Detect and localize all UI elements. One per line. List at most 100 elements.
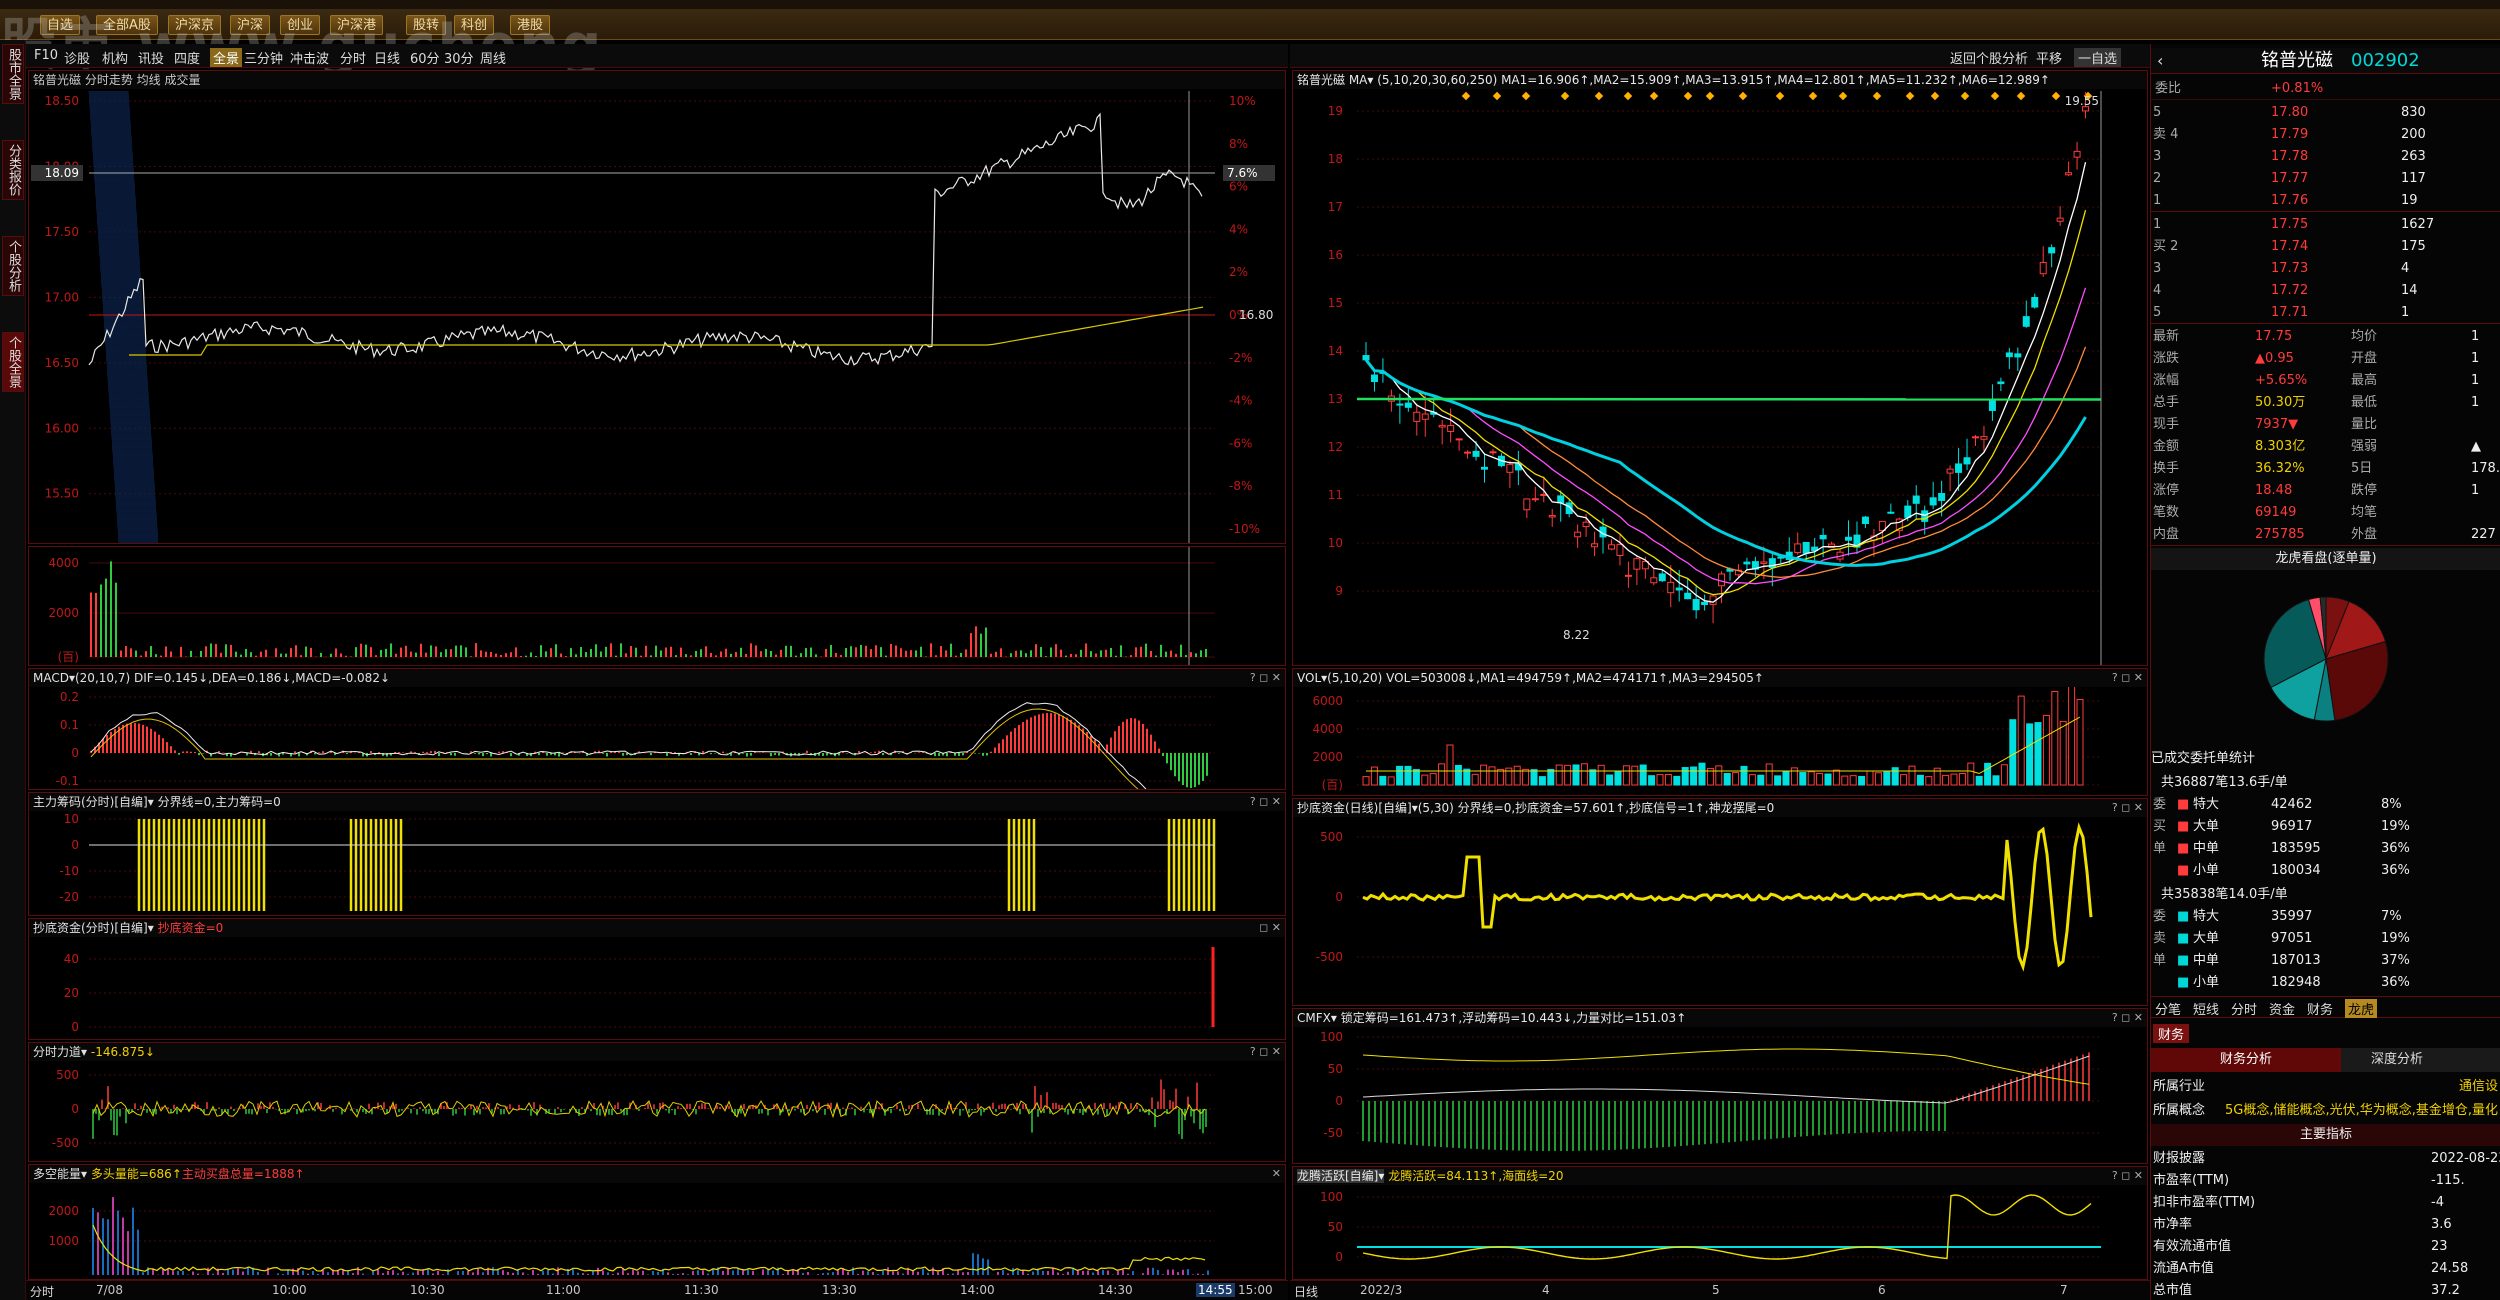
lthy-axis-label: 50 <box>1328 1220 1343 1234</box>
tab-f10[interactable]: F10 <box>34 48 58 63</box>
back-to-analysis-button[interactable]: 返回个股分析 <box>1950 48 2028 67</box>
candle <box>1607 544 1615 550</box>
fin-value: 23 <box>2431 1239 2448 1254</box>
sell-deal-row: ■ 小单 182948 36% <box>2151 972 2500 994</box>
intraday-period-label[interactable]: 分时 <box>30 1283 54 1300</box>
quote-tab[interactable]: 财务 <box>2307 999 2333 1018</box>
kvol-bar <box>1950 773 1958 786</box>
kline-volume-panel: VOL▾(5,10,20) VOL=503008↓,MA1=494759↑,MA… <box>1292 668 2148 796</box>
panel-controls[interactable]: ? ◻ ✕ <box>1250 793 1281 811</box>
lthy-axis-label: 100 <box>1320 1190 1343 1204</box>
time-label: 7/08 <box>96 1283 123 1297</box>
kvol-bar <box>1774 775 1782 786</box>
kline-axis-label: 19 <box>1328 104 1343 118</box>
ask-row: 3 17.78 263 <box>2151 146 2500 168</box>
tab-panorama[interactable]: 全景 <box>210 48 243 67</box>
bid-volume: 175 <box>2401 239 2426 254</box>
pct-axis-label: -4% <box>1229 394 1252 408</box>
watchlist-dropdown[interactable]: 一自选 <box>2074 48 2122 67</box>
tab-news[interactable]: 讯投 <box>138 48 164 67</box>
stat-label: 笔数 <box>2153 505 2180 520</box>
candle <box>1938 493 1946 501</box>
kvol-bar <box>1891 767 1899 786</box>
lthy-title-text: 龙腾活跃[自编]▾ <box>1297 1169 1385 1183</box>
force-axis-label: -500 <box>52 1136 79 1150</box>
deep-analysis-tab[interactable]: 深度分析 <box>2371 1048 2423 1072</box>
panel-controls[interactable]: ? ◻ ✕ <box>2112 1167 2143 1185</box>
panel-controls[interactable]: ✕ <box>1272 1165 1281 1183</box>
kline-period-label[interactable]: 日线 <box>1294 1283 1318 1300</box>
candle <box>1370 374 1378 383</box>
quote-tab[interactable]: 分时 <box>2231 999 2257 1018</box>
kvol-bar <box>1732 772 1740 786</box>
quote-tab[interactable]: 短线 <box>2193 999 2219 1018</box>
bottom-fund-chart: 40 20 0 <box>64 947 1215 1034</box>
panel-controls[interactable]: ? ◻ ✕ <box>1250 669 1281 687</box>
tab-daily[interactable]: 日线 <box>374 48 400 67</box>
time-label: 11:00 <box>546 1283 581 1297</box>
fin-row: 有效流通市值 23 <box>2151 1236 2500 1258</box>
kvol-axis-label: 6000 <box>1312 694 1343 708</box>
kvol-bar <box>2068 687 2076 786</box>
tab-four-degree[interactable]: 四度 <box>174 48 200 67</box>
deal-volume: 180034 <box>2271 863 2321 878</box>
nav-tab-market-overview[interactable]: 股市全景 <box>2 44 24 104</box>
stat-row: 涨幅 +5.65% 最高 1 <box>2151 370 2500 392</box>
tab-intraday[interactable]: 分时 <box>340 48 366 67</box>
nav-tab-stock-panorama[interactable]: 个股全景 <box>2 332 24 392</box>
candle <box>1921 510 1929 522</box>
industry-row: 所属行业 通信设 <box>2151 1076 2500 1098</box>
stat-label: 现手 <box>2153 417 2180 432</box>
kvol-bar <box>1992 775 2000 786</box>
back-icon[interactable]: ‹ <box>2157 48 2163 74</box>
kvol-bar <box>1757 774 1765 786</box>
tab-30min[interactable]: 30分 <box>444 48 474 67</box>
finance-analysis-tab[interactable]: 财务分析 <box>2151 1048 2341 1072</box>
tab-60min[interactable]: 60分 <box>410 48 440 67</box>
signal-diamond <box>1492 91 1502 101</box>
kvol-bar <box>1816 772 1824 786</box>
bid-row: 5 17.71 1 <box>2151 302 2500 324</box>
nav-tab-category-quotes[interactable]: 分类报价 <box>2 140 24 200</box>
finance-tab[interactable]: 财务 <box>2153 1024 2190 1043</box>
price-axis-label: 17.00 <box>45 290 79 304</box>
buy-deal-row: 单 ■ 中单 183595 36% <box>2151 838 2500 860</box>
tab-three-minute[interactable]: 三分钟 <box>244 48 283 67</box>
fin-row: 总市值 37.2 <box>2151 1280 2500 1300</box>
price-axis-label: 17.50 <box>45 225 79 239</box>
kvol-bar <box>1900 774 1908 786</box>
candle <box>2065 172 2073 176</box>
main-index-title: 主要指标 <box>2151 1124 2500 1146</box>
kline-axis-label: 16 <box>1328 248 1343 262</box>
bid-volume: 1 <box>2401 305 2410 320</box>
panel-controls[interactable]: ? ◻ ✕ <box>2112 799 2143 817</box>
quote-tab[interactable]: 龙虎 <box>2345 999 2378 1018</box>
kvol-bar <box>1580 763 1588 786</box>
panel-controls[interactable]: ? ◻ ✕ <box>2112 669 2143 687</box>
kvol-bar <box>1656 774 1664 786</box>
stat-label-2: 最低 <box>2351 395 2378 410</box>
ask-price: 17.80 <box>2271 105 2309 120</box>
quote-tab[interactable]: 资金 <box>2269 999 2295 1018</box>
kvol-bar <box>1866 770 1874 786</box>
ma-line <box>1365 210 2087 596</box>
deal-volume: 96917 <box>2271 819 2313 834</box>
candle <box>1887 511 1895 514</box>
deal-pct: 19% <box>2381 819 2410 834</box>
candle <box>1523 498 1531 511</box>
panel-controls[interactable]: ? ◻ ✕ <box>2112 1009 2143 1027</box>
quote-tab[interactable]: 分笔 <box>2155 999 2181 1018</box>
candle <box>2048 247 2056 254</box>
tab-institution[interactable]: 机构 <box>102 48 128 67</box>
nav-tab-stock-analysis[interactable]: 个股分析 <box>2 236 24 296</box>
kvol-bar <box>1841 775 1849 786</box>
candle <box>1743 561 1751 565</box>
tab-weekly[interactable]: 周线 <box>480 48 506 67</box>
tab-diagnose[interactable]: 诊股 <box>64 48 90 67</box>
candle <box>1506 463 1514 473</box>
tab-shockwave[interactable]: 冲击波 <box>290 48 329 67</box>
panel-controls[interactable]: ? ◻ ✕ <box>1250 1043 1281 1061</box>
candle <box>1955 463 1963 473</box>
flat-button[interactable]: 平移 <box>2036 48 2062 67</box>
panel-controls[interactable]: ◻ ✕ <box>1259 919 1281 937</box>
